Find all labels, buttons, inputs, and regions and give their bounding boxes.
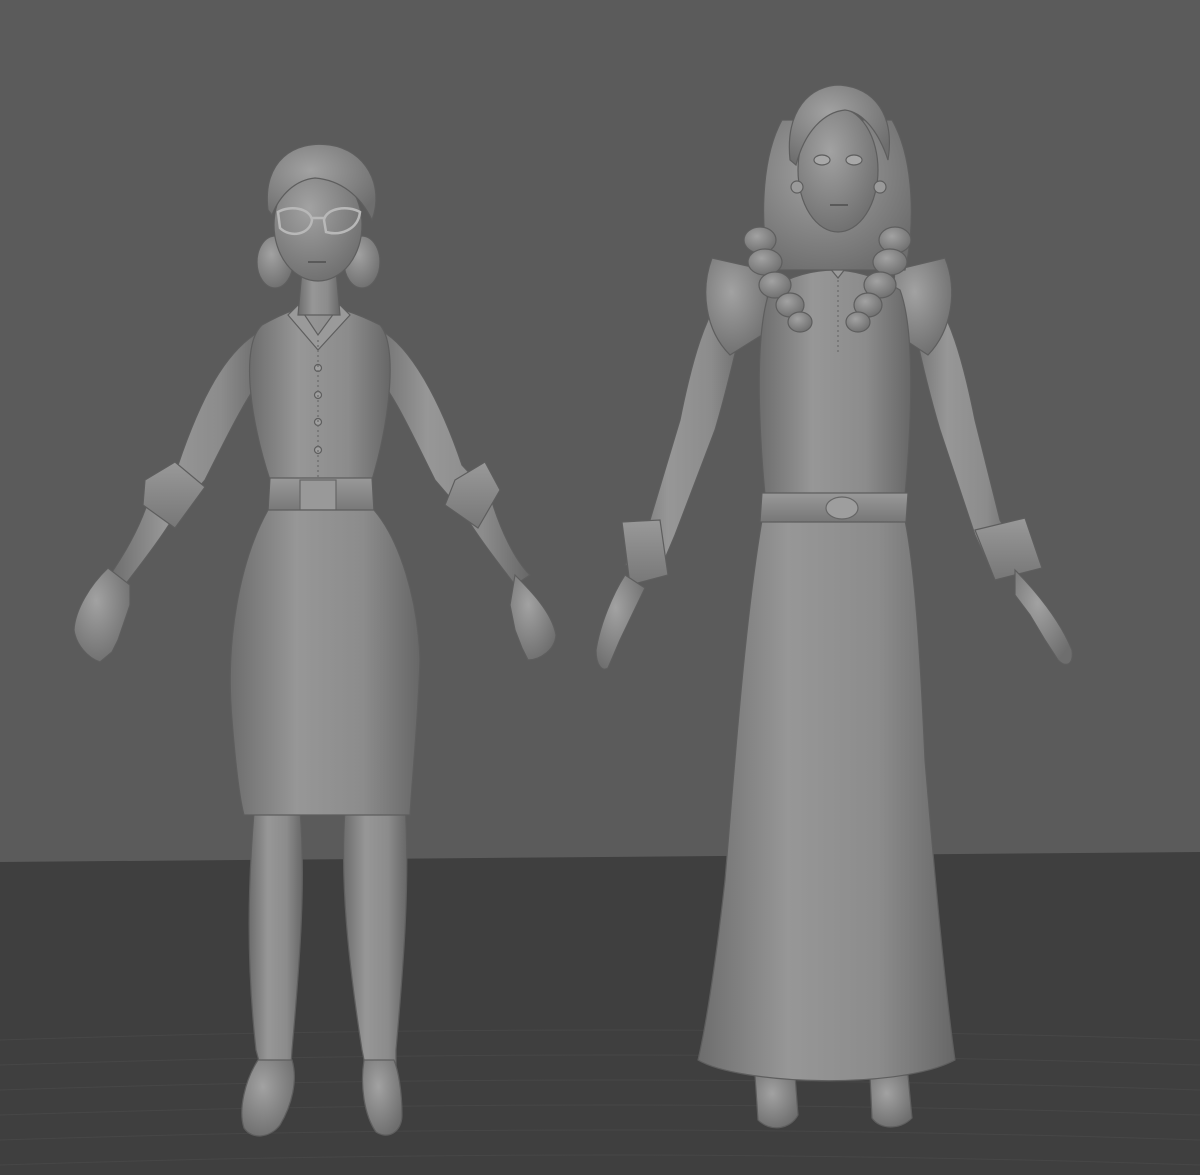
left-shoe <box>754 1074 799 1129</box>
eye-left <box>813 154 831 166</box>
earring-right <box>873 180 887 194</box>
3d-viewport[interactable] <box>0 0 1200 1175</box>
eye-right <box>845 154 863 166</box>
belt-brooch <box>825 496 859 520</box>
floor-plane <box>0 852 1200 1175</box>
viewport-scene <box>0 0 1200 1175</box>
right-shoe <box>869 1074 913 1128</box>
pencil-skirt <box>229 509 421 816</box>
left-cuff <box>621 519 669 586</box>
belt-buckle <box>299 479 337 511</box>
earring-left <box>790 180 804 194</box>
